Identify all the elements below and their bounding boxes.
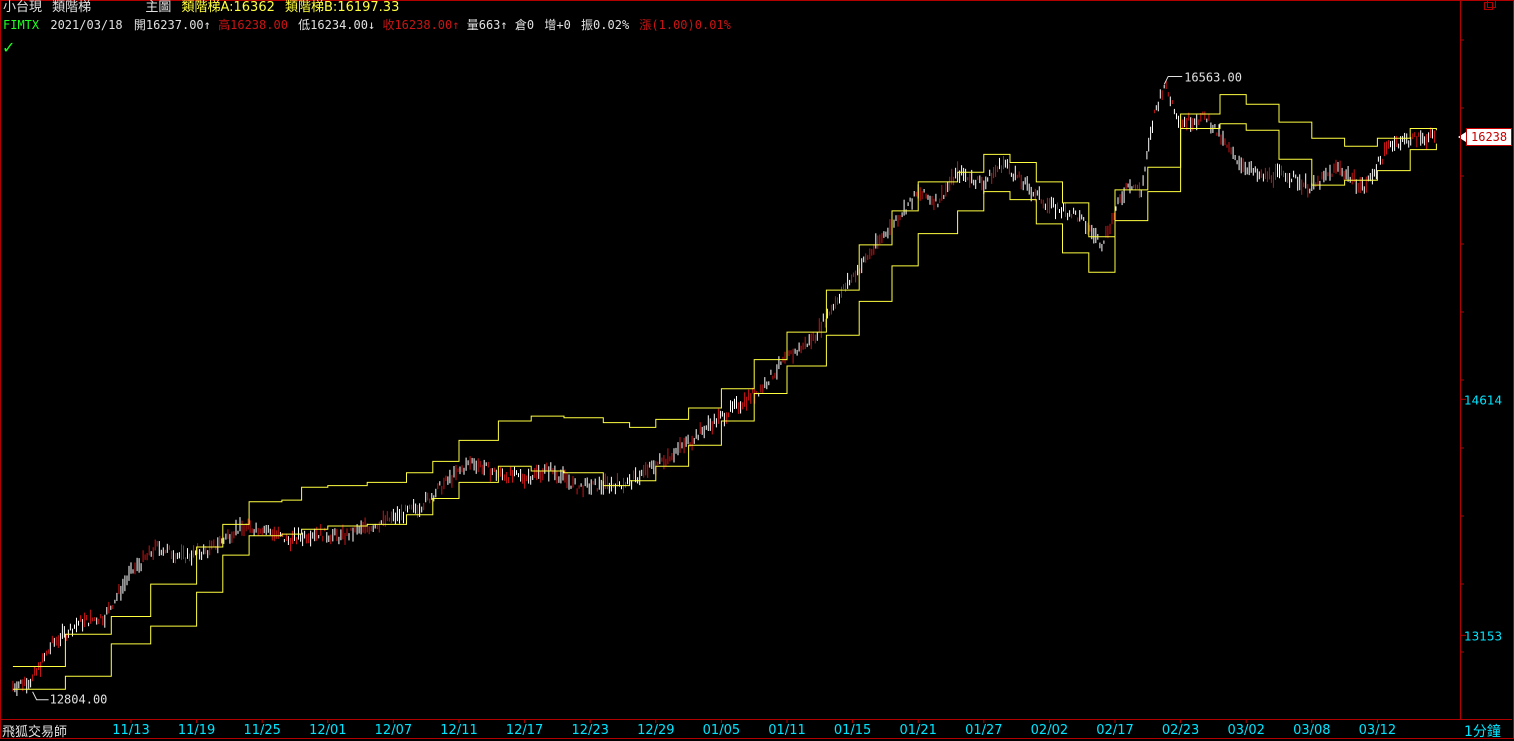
current-price-tag: 16238 xyxy=(1466,127,1513,146)
x-axis-separator xyxy=(0,719,1512,720)
down-arrow-icon: ↓ xyxy=(367,18,376,32)
y-axis-separator xyxy=(1460,0,1461,720)
ladder-a-value: 類階梯A:16362 xyxy=(181,0,275,15)
panel-label: 主圖 xyxy=(145,0,172,15)
ladder-b-value: 類階梯B:16197.33 xyxy=(285,0,400,15)
open-interest-value: 倉0 xyxy=(514,18,535,32)
up-arrow-icon: ↑ xyxy=(452,18,460,32)
symbol-name[interactable]: 小台現 xyxy=(3,0,42,15)
brand-label: 飛狐交易師 xyxy=(2,725,68,740)
period-selector[interactable]: 1分鐘 xyxy=(1464,721,1501,741)
low-value: 低16234.00 xyxy=(298,18,368,32)
restore-back-icon xyxy=(1487,0,1496,8)
checkmark-icon[interactable]: ✓ xyxy=(2,38,15,57)
open-interest-change: 增+0 xyxy=(544,18,571,32)
high-value: 高16238.00 xyxy=(218,18,288,32)
contract-code: FIMTX xyxy=(3,18,40,32)
indicator-name[interactable]: 類階梯 xyxy=(52,0,91,16)
bar-date: 2021/03/18 xyxy=(50,18,123,32)
window-controls[interactable] xyxy=(1484,0,1498,12)
header-row-2: FIMTX 2021/03/18 開16237.00↑ 高16238.00 低1… xyxy=(3,17,731,33)
change-value: 漲(1.00)0.01% xyxy=(639,18,731,32)
open-value: 開16237.00 xyxy=(133,18,204,32)
up-arrow-icon: ↑ xyxy=(203,18,211,32)
up-arrow-icon: ↑ xyxy=(500,18,508,32)
amplitude-value: 振0.02% xyxy=(581,18,630,32)
close-value: 收16238.00 xyxy=(382,18,453,32)
volume-value: 量663 xyxy=(466,18,501,32)
header-row-1: 小台現 類階梯 主圖 類階梯A:16362 類階梯B:16197.33 xyxy=(3,0,399,16)
window-frame xyxy=(0,0,1514,739)
